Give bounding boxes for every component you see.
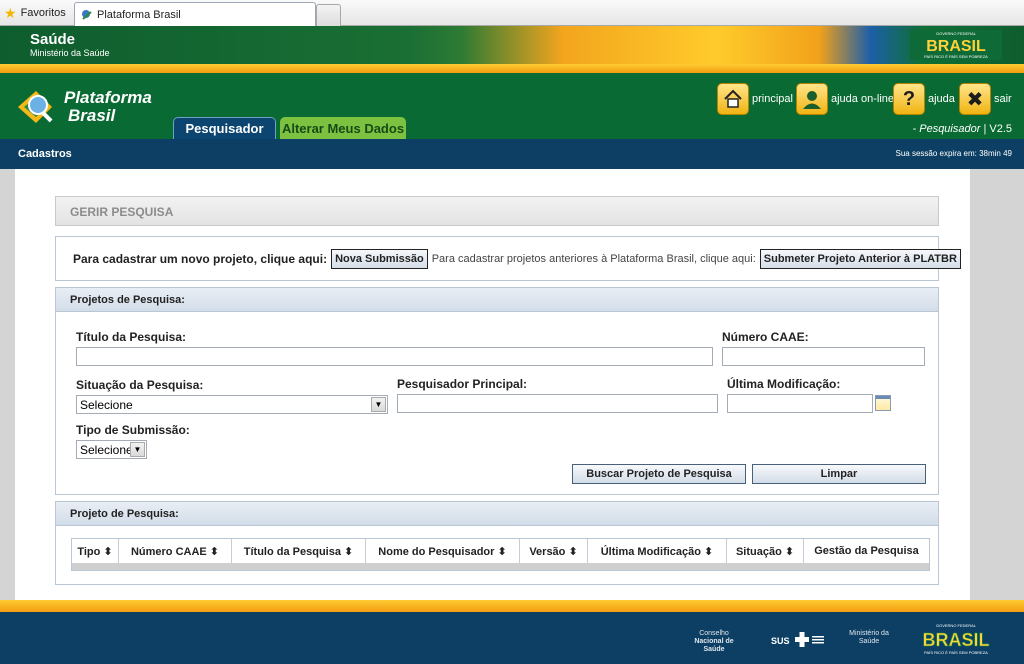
brasil-logo: GOVERNO FEDERAL BRASIL PAÍS RICO É PAÍS … bbox=[910, 30, 1002, 60]
column-header-caae[interactable]: Número CAAE ⬍ bbox=[119, 539, 232, 563]
svg-text:GOVERNO FEDERAL: GOVERNO FEDERAL bbox=[936, 31, 977, 36]
svg-text:BRASIL: BRASIL bbox=[923, 630, 990, 650]
session-timer: Sua sessão expira em: 38min 49 bbox=[895, 149, 1012, 158]
titulo-input[interactable] bbox=[76, 347, 713, 366]
principal-label: principal bbox=[752, 93, 793, 105]
tab-alterar-meus-dados[interactable]: Alterar Meus Dados bbox=[280, 117, 406, 139]
footer-orange-divider bbox=[0, 600, 1024, 612]
plataforma-brasil-logo[interactable]: Plataforma Brasil bbox=[16, 83, 166, 133]
old-project-prompt: Para cadastrar projetos anteriores à Pla… bbox=[431, 252, 756, 265]
cns-line1: Conselho bbox=[699, 630, 729, 637]
page-footer: Conselho Nacional de Saúde SUS Ministéri… bbox=[0, 612, 1024, 664]
tipo-label: Tipo de Submissão: bbox=[76, 423, 190, 437]
search-form: Projetos de Pesquisa: Título da Pesquisa… bbox=[55, 287, 939, 495]
column-header-gestao: Gestão da Pesquisa bbox=[814, 545, 919, 557]
svg-text:PAÍS RICO É PAÍS SEM POBREZA: PAÍS RICO É PAÍS SEM POBREZA bbox=[924, 54, 988, 59]
column-header-modificacao[interactable]: Última Modificação ⬍ bbox=[588, 539, 727, 563]
sair-button[interactable]: ✖ sair bbox=[959, 83, 1012, 115]
tab-pesquisador[interactable]: Pesquisador bbox=[173, 117, 276, 139]
situacao-select[interactable]: Selecione ▼ bbox=[76, 395, 388, 414]
pesquisador-input[interactable] bbox=[397, 394, 718, 413]
results-box: Projeto de Pesquisa: Tipo ⬍ Número CAAE … bbox=[55, 501, 939, 585]
browser-tab[interactable]: Plataforma Brasil bbox=[74, 2, 316, 26]
star-icon: ★ bbox=[4, 5, 17, 21]
svg-text:Brasil: Brasil bbox=[68, 106, 117, 125]
page-title: GERIR PESQUISA bbox=[55, 196, 939, 226]
ms-line1: Ministério da bbox=[849, 630, 889, 637]
search-section-title: Projetos de Pesquisa: bbox=[56, 288, 938, 312]
buscar-button[interactable]: Buscar Projeto de Pesquisa bbox=[572, 464, 746, 484]
caae-label: Número CAAE: bbox=[722, 330, 809, 344]
column-header-titulo[interactable]: Título da Pesquisa ⬍ bbox=[232, 539, 366, 563]
sair-label: sair bbox=[994, 93, 1012, 105]
section-name: Cadastros bbox=[18, 148, 72, 160]
site-favicon-icon bbox=[82, 9, 92, 20]
ajuda-online-button[interactable]: ajuda on-line bbox=[796, 83, 894, 115]
limpar-button[interactable]: Limpar bbox=[752, 464, 926, 484]
modificacao-input[interactable] bbox=[727, 394, 873, 413]
column-header-pesquisador[interactable]: Nome do Pesquisador ⬍ bbox=[366, 539, 520, 563]
tipo-selected: Selecione bbox=[80, 443, 133, 457]
app-header: Plataforma Brasil Pesquisador Alterar Me… bbox=[0, 73, 1024, 139]
cadastro-box: Para cadastrar um novo projeto, clique a… bbox=[55, 236, 961, 281]
close-icon: ✖ bbox=[959, 83, 991, 115]
new-tab-button[interactable] bbox=[316, 4, 341, 26]
person-icon bbox=[796, 83, 828, 115]
tipo-select[interactable]: Selecione ▼ bbox=[76, 440, 147, 459]
new-project-prompt: Para cadastrar um novo projeto, clique a… bbox=[73, 251, 328, 266]
svg-text:Plataforma: Plataforma bbox=[64, 88, 152, 107]
footer-brasil-logo: GOVERNO FEDERAL BRASIL PAÍS RICO É PAÍS … bbox=[922, 623, 990, 655]
chevron-down-icon: ▼ bbox=[130, 442, 145, 457]
home-icon bbox=[717, 83, 749, 115]
app-version: | V2.5 bbox=[983, 123, 1012, 135]
content-area: GERIR PESQUISA Para cadastrar um novo pr… bbox=[0, 169, 1024, 600]
pesquisador-label: Pesquisador Principal: bbox=[397, 377, 528, 391]
svg-text:SUS: SUS bbox=[771, 636, 790, 646]
calendar-icon[interactable] bbox=[875, 395, 891, 411]
ajuda-button[interactable]: ? ajuda bbox=[893, 83, 955, 115]
help-icon: ? bbox=[893, 83, 925, 115]
banner-title: Saúde bbox=[30, 31, 76, 48]
svg-text:GOVERNO FEDERAL: GOVERNO FEDERAL bbox=[936, 623, 977, 628]
table-footer bbox=[72, 563, 929, 570]
svg-text:BRASIL: BRASIL bbox=[926, 38, 986, 55]
submeter-anterior-button[interactable]: Submeter Projeto Anterior à PLATBR bbox=[759, 248, 961, 269]
top-banner: Saúde Ministério da Saúde GOVERNO FEDERA… bbox=[0, 26, 1024, 64]
ajuda-label: ajuda bbox=[928, 93, 955, 105]
svg-text:PAÍS RICO É PAÍS SEM POBREZA: PAÍS RICO É PAÍS SEM POBREZA bbox=[924, 650, 988, 655]
column-header-versao[interactable]: Versão ⬍ bbox=[520, 539, 588, 563]
caae-input[interactable] bbox=[722, 347, 925, 366]
titulo-label: Título da Pesquisa: bbox=[76, 330, 187, 344]
user-role: - Pesquisador bbox=[912, 123, 981, 135]
cns-line2: Nacional de Saúde bbox=[694, 638, 734, 653]
version-line: - Pesquisador | V2.5 bbox=[913, 123, 1012, 135]
principal-button[interactable]: principal bbox=[717, 83, 793, 115]
browser-bar: ★ Favoritos Plataforma Brasil bbox=[0, 0, 1024, 26]
situacao-selected: Selecione bbox=[80, 398, 133, 412]
banner-subtitle: Ministério da Saúde bbox=[30, 48, 110, 58]
ministerio-logo: Ministério da Saúde bbox=[842, 630, 896, 646]
column-header-situacao[interactable]: Situação ⬍ bbox=[727, 539, 804, 563]
nova-submissao-button[interactable]: Nova Submissão bbox=[331, 248, 428, 269]
section-bar: Cadastros Sua sessão expira em: 38min 49 bbox=[0, 139, 1024, 169]
ms-line2: Saúde bbox=[858, 638, 880, 645]
orange-divider bbox=[0, 64, 1024, 73]
cns-logo: Conselho Nacional de Saúde bbox=[686, 630, 742, 654]
column-header-tipo[interactable]: Tipo ⬍ bbox=[72, 539, 119, 563]
results-section-title: Projeto de Pesquisa: bbox=[56, 502, 938, 526]
browser-tab-title: Plataforma Brasil bbox=[97, 8, 181, 21]
favorites-button[interactable]: ★ Favoritos bbox=[4, 4, 66, 22]
modificacao-label: Última Modificação: bbox=[727, 377, 841, 391]
situacao-label: Situação da Pesquisa: bbox=[76, 378, 204, 392]
favorites-label: Favoritos bbox=[20, 7, 66, 19]
chevron-down-icon: ▼ bbox=[371, 397, 386, 412]
sus-logo: SUS bbox=[771, 632, 824, 647]
ajuda-online-label: ajuda on-line bbox=[831, 93, 894, 105]
results-table: Tipo ⬍ Número CAAE ⬍ Título da Pesquisa … bbox=[71, 538, 930, 571]
